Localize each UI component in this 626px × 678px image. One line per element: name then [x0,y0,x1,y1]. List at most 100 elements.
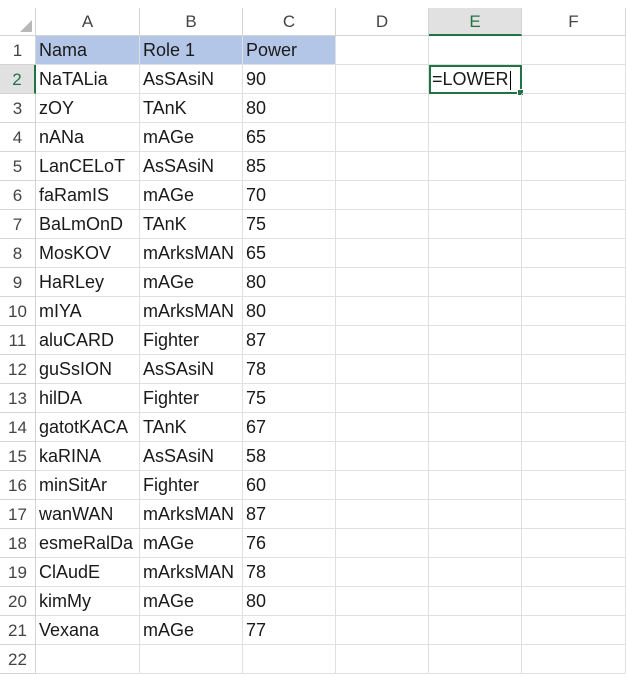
row-header[interactable]: 3 [0,94,36,123]
cell-c6[interactable]: 70 [243,181,336,210]
cell-c22[interactable] [243,645,336,674]
row-header[interactable]: 21 [0,616,36,645]
row-header[interactable]: 17 [0,500,36,529]
cell-c14[interactable]: 67 [243,413,336,442]
cell-e14[interactable] [429,413,522,442]
cell-a8[interactable]: MosKOV [36,239,140,268]
cell-a5[interactable]: LanCELoT [36,152,140,181]
row-header[interactable]: 22 [0,645,36,674]
row-header[interactable]: 4 [0,123,36,152]
editing-cell-e2[interactable]: =LOWER [429,65,524,96]
cell-c10[interactable]: 80 [243,297,336,326]
cell-e19[interactable] [429,558,522,587]
cell-f17[interactable] [522,500,626,529]
cell-b7[interactable]: TAnK [140,210,243,239]
cell-c19[interactable]: 78 [243,558,336,587]
cell-d8[interactable] [336,239,429,268]
cell-a13[interactable]: hilDA [36,384,140,413]
cell-b3[interactable]: TAnK [140,94,243,123]
row-header[interactable]: 18 [0,529,36,558]
cell-a19[interactable]: ClAudE [36,558,140,587]
cell-c1[interactable]: Power [243,36,336,65]
cell-e10[interactable] [429,297,522,326]
cell-d1[interactable] [336,36,429,65]
cell-a11[interactable]: aluCARD [36,326,140,355]
cell-f14[interactable] [522,413,626,442]
cell-d15[interactable] [336,442,429,471]
cell-a15[interactable]: kaRINA [36,442,140,471]
cell-f8[interactable] [522,239,626,268]
cell-a3[interactable]: zOY [36,94,140,123]
cell-c5[interactable]: 85 [243,152,336,181]
cell-e16[interactable] [429,471,522,500]
row-header[interactable]: 20 [0,587,36,616]
cell-c15[interactable]: 58 [243,442,336,471]
cell-d11[interactable] [336,326,429,355]
cell-e22[interactable] [429,645,522,674]
cell-f13[interactable] [522,384,626,413]
cell-d12[interactable] [336,355,429,384]
cell-b18[interactable]: mAGe [140,529,243,558]
cell-d14[interactable] [336,413,429,442]
cell-d10[interactable] [336,297,429,326]
column-header-a[interactable]: A [36,8,140,36]
cell-f22[interactable] [522,645,626,674]
cell-a18[interactable]: esmeRalDa [36,529,140,558]
cell-c4[interactable]: 65 [243,123,336,152]
cell-c8[interactable]: 65 [243,239,336,268]
column-header-d[interactable]: D [336,8,429,36]
cell-d6[interactable] [336,181,429,210]
cell-f18[interactable] [522,529,626,558]
cell-d17[interactable] [336,500,429,529]
cell-b9[interactable]: mAGe [140,268,243,297]
row-header[interactable]: 1 [0,36,36,65]
cell-e15[interactable] [429,442,522,471]
column-header-b[interactable]: B [140,8,243,36]
cell-e18[interactable] [429,529,522,558]
cell-a6[interactable]: faRamIS [36,181,140,210]
cell-a16[interactable]: minSitAr [36,471,140,500]
cell-f1[interactable] [522,36,626,65]
cell-f6[interactable] [522,181,626,210]
cell-d4[interactable] [336,123,429,152]
row-header[interactable]: 12 [0,355,36,384]
cell-f9[interactable] [522,268,626,297]
cell-b12[interactable]: AsSAsiN [140,355,243,384]
cell-f12[interactable] [522,355,626,384]
cell-b19[interactable]: mArksMAN [140,558,243,587]
cell-f4[interactable] [522,123,626,152]
cell-f10[interactable] [522,297,626,326]
cell-e5[interactable] [429,152,522,181]
cell-e7[interactable] [429,210,522,239]
cell-f7[interactable] [522,210,626,239]
cell-b1[interactable]: Role 1 [140,36,243,65]
cell-f15[interactable] [522,442,626,471]
cell-b14[interactable]: TAnK [140,413,243,442]
cell-f21[interactable] [522,616,626,645]
cell-d16[interactable] [336,471,429,500]
cell-f3[interactable] [522,94,626,123]
row-header[interactable]: 11 [0,326,36,355]
column-header-f[interactable]: F [522,8,626,36]
cell-a9[interactable]: HaRLey [36,268,140,297]
cell-d21[interactable] [336,616,429,645]
cell-a10[interactable]: mIYA [36,297,140,326]
cell-b15[interactable]: AsSAsiN [140,442,243,471]
cell-a12[interactable]: guSsION [36,355,140,384]
cell-b16[interactable]: Fighter [140,471,243,500]
select-all-corner[interactable] [0,8,36,36]
cell-b4[interactable]: mAGe [140,123,243,152]
cell-d22[interactable] [336,645,429,674]
cell-c3[interactable]: 80 [243,94,336,123]
cell-d13[interactable] [336,384,429,413]
cell-b5[interactable]: AsSAsiN [140,152,243,181]
cell-a14[interactable]: gatotKACA [36,413,140,442]
cell-f16[interactable] [522,471,626,500]
cell-e4[interactable] [429,123,522,152]
row-header[interactable]: 2 [0,65,36,94]
row-header[interactable]: 6 [0,181,36,210]
cell-a20[interactable]: kimMy [36,587,140,616]
cell-d7[interactable] [336,210,429,239]
cell-f2[interactable] [522,65,626,94]
cell-b6[interactable]: mAGe [140,181,243,210]
